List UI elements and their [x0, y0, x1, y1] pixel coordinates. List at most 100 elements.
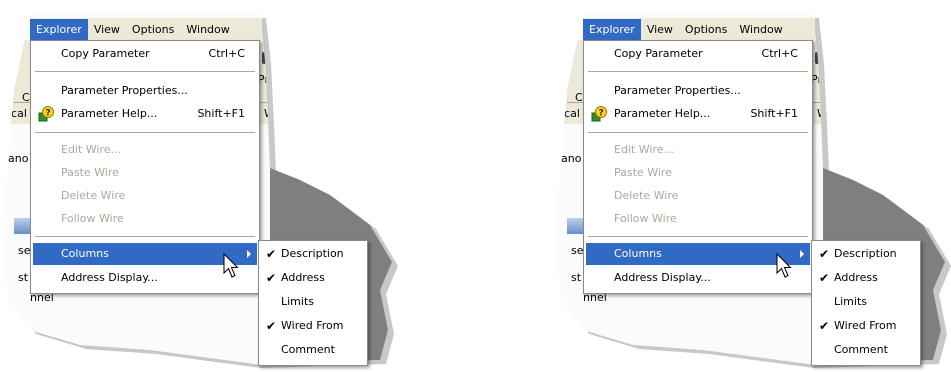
menu-item-label: Paste Wire — [61, 166, 119, 179]
fragment-ical: ical — [561, 107, 580, 120]
submenu-item-address[interactable]: ✔ Address — [814, 266, 918, 290]
menu-bar: Explorer View Options Window — [30, 18, 262, 40]
fragment-se: se — [18, 244, 31, 257]
check-icon: ✔ — [266, 271, 277, 285]
menu-options[interactable]: Options — [126, 19, 180, 40]
check-icon: ✔ — [266, 247, 277, 261]
menu-window[interactable]: Window — [733, 19, 788, 40]
menu-item-label: Parameter Help... — [614, 107, 711, 120]
menu-view[interactable]: View — [88, 19, 126, 40]
menu-item-label: Parameter Help... — [61, 107, 158, 120]
menu-item-label: Parameter Properties... — [61, 84, 188, 97]
submenu-item-wired-from[interactable]: ✔ Wired From — [261, 314, 365, 338]
shortcut-label: Shift+F1 — [197, 107, 245, 120]
check-icon: ✔ — [819, 319, 830, 333]
menu-item-paste-wire: Paste Wire — [586, 162, 810, 184]
screenshot-panel-left: Print C ical Watch/R ano se st nnel Expl… — [0, 0, 398, 368]
fragment-ical: ical — [8, 107, 27, 120]
menu-bar: Explorer View Options Window — [583, 18, 815, 40]
menu-item-label: Follow Wire — [614, 212, 677, 225]
menu-item-follow-wire: Follow Wire — [586, 208, 810, 230]
menu-item-copy-parameter[interactable]: Copy Parameter Ctrl+C — [586, 43, 810, 65]
mouse-cursor-icon — [776, 253, 792, 278]
menu-separator — [588, 236, 808, 237]
columns-submenu: ✔ Description ✔ Address Limits ✔ Wired F… — [811, 240, 921, 366]
menu-item-parameter-help[interactable]: ? Parameter Help... Shift+F1 — [586, 103, 810, 125]
svg-text:?: ? — [46, 109, 51, 119]
submenu-item-label: Wired From — [834, 319, 897, 332]
menu-item-paste-wire: Paste Wire — [33, 162, 257, 184]
menu-item-parameter-properties[interactable]: Parameter Properties... — [586, 80, 810, 102]
submenu-item-address[interactable]: ✔ Address — [261, 266, 365, 290]
menu-separator — [35, 236, 255, 237]
submenu-item-wired-from[interactable]: ✔ Wired From — [814, 314, 918, 338]
shortcut-label: Ctrl+C — [761, 47, 798, 60]
menu-item-label: Edit Wire... — [614, 143, 675, 156]
menu-explorer[interactable]: Explorer — [583, 18, 641, 40]
menu-item-parameter-properties[interactable]: Parameter Properties... — [33, 80, 257, 102]
menu-separator — [588, 132, 808, 133]
menu-item-follow-wire: Follow Wire — [33, 208, 257, 230]
menu-item-label: Paste Wire — [614, 166, 672, 179]
menu-item-delete-wire: Delete Wire — [586, 185, 810, 207]
screenshot-panel-right: Print C ical Watch/R ano se st nnel Expl… — [553, 0, 951, 368]
menu-options[interactable]: Options — [679, 19, 733, 40]
menu-item-edit-wire: Edit Wire... — [33, 139, 257, 161]
menu-separator — [35, 71, 255, 72]
menu-view[interactable]: View — [641, 19, 679, 40]
submenu-arrow-icon — [247, 250, 251, 258]
menu-item-edit-wire: Edit Wire... — [586, 139, 810, 161]
submenu-item-label: Wired From — [281, 319, 344, 332]
check-icon: ✔ — [819, 247, 830, 261]
fragment-st: st — [571, 271, 582, 284]
submenu-item-label: Address — [834, 271, 878, 284]
help-icon: ? — [591, 106, 607, 122]
menu-item-label: Parameter Properties... — [614, 84, 741, 97]
submenu-item-comment[interactable]: Comment — [261, 338, 365, 362]
shortcut-label: Shift+F1 — [750, 107, 798, 120]
menu-explorer[interactable]: Explorer — [30, 18, 88, 40]
submenu-item-label: Description — [281, 247, 344, 260]
check-icon: ✔ — [266, 319, 277, 333]
fragment-ano: ano — [8, 152, 29, 165]
submenu-item-description[interactable]: ✔ Description — [814, 242, 918, 266]
submenu-item-label: Address — [281, 271, 325, 284]
submenu-arrow-icon — [800, 250, 804, 258]
submenu-item-label: Comment — [834, 343, 888, 356]
menu-item-label: Delete Wire — [614, 189, 679, 202]
shortcut-label: Ctrl+C — [208, 47, 245, 60]
menu-item-label: Copy Parameter — [614, 47, 703, 60]
mouse-cursor-icon — [223, 253, 239, 278]
tab-icon — [567, 218, 583, 234]
submenu-item-label: Description — [834, 247, 897, 260]
menu-separator — [35, 132, 255, 133]
menu-item-label: Edit Wire... — [61, 143, 122, 156]
submenu-item-limits[interactable]: Limits — [814, 290, 918, 314]
menu-item-parameter-help[interactable]: ? Parameter Help... Shift+F1 — [33, 103, 257, 125]
submenu-item-comment[interactable]: Comment — [814, 338, 918, 362]
help-icon: ? — [38, 106, 54, 122]
menu-item-label: Columns — [61, 247, 109, 260]
fragment-se: se — [571, 244, 584, 257]
check-icon: ✔ — [819, 271, 830, 285]
submenu-item-description[interactable]: ✔ Description — [261, 242, 365, 266]
menu-item-copy-parameter[interactable]: Copy Parameter Ctrl+C — [33, 43, 257, 65]
menu-separator — [588, 71, 808, 72]
columns-submenu: ✔ Description ✔ Address Limits ✔ Wired F… — [258, 240, 368, 366]
submenu-item-label: Limits — [834, 295, 867, 308]
fragment-ano: ano — [561, 152, 582, 165]
tab-icon — [14, 218, 30, 234]
svg-text:?: ? — [599, 109, 604, 119]
submenu-item-limits[interactable]: Limits — [261, 290, 365, 314]
menu-item-label: Columns — [614, 247, 662, 260]
menu-item-label: Delete Wire — [61, 189, 126, 202]
submenu-item-label: Limits — [281, 295, 314, 308]
menu-item-label: Follow Wire — [61, 212, 124, 225]
fragment-st: st — [18, 271, 29, 284]
menu-item-label: Address Display... — [61, 271, 158, 284]
submenu-item-label: Comment — [281, 343, 335, 356]
menu-item-label: Copy Parameter — [61, 47, 150, 60]
menu-window[interactable]: Window — [180, 19, 235, 40]
menu-item-label: Address Display... — [614, 271, 711, 284]
menu-item-delete-wire: Delete Wire — [33, 185, 257, 207]
